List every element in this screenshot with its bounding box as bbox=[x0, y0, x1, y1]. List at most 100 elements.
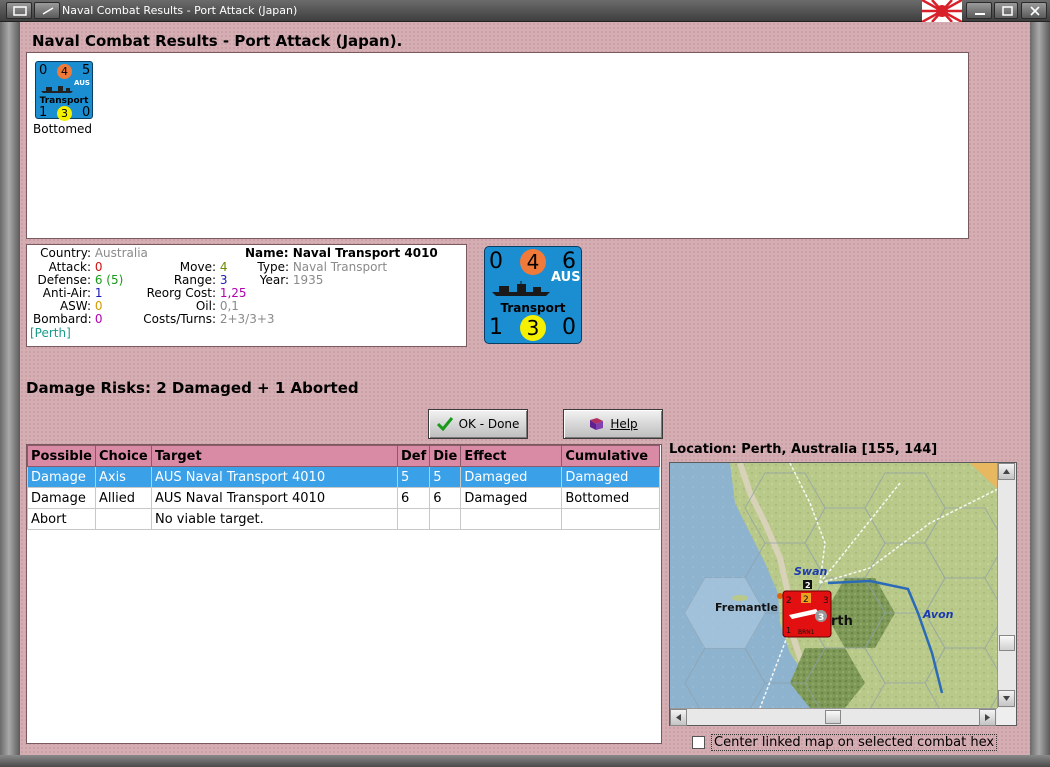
unit-location: [Perth] bbox=[30, 326, 71, 340]
map-horizontal-scrollbar[interactable] bbox=[670, 708, 997, 726]
scroll-left-button[interactable] bbox=[670, 709, 687, 726]
cell-possible: Abort bbox=[27, 508, 96, 530]
name-value: Naval Transport 4010 bbox=[292, 246, 438, 260]
attack-value: 0 bbox=[94, 260, 103, 274]
range-value: 3 bbox=[219, 273, 228, 287]
counter-move-value: 1 bbox=[39, 105, 48, 120]
defense-value: 6 (5) bbox=[94, 273, 124, 287]
cell-possible: Damage bbox=[27, 466, 96, 488]
counter-attack-value: 0 bbox=[39, 63, 48, 78]
horizontal-scroll-thumb[interactable] bbox=[825, 710, 841, 724]
transport-ship-icon bbox=[41, 86, 73, 93]
counter-defense-value: 5 bbox=[82, 63, 91, 78]
anti-air-value: 1 bbox=[94, 286, 103, 300]
arrow-left-icon bbox=[676, 714, 681, 721]
map-unit-top-right: 3 bbox=[823, 596, 829, 606]
map-unit-bottom-right: 3 bbox=[818, 613, 824, 623]
reorg-cost-value: 1,25 bbox=[219, 286, 247, 300]
cell-cumulative bbox=[561, 508, 660, 530]
center-map-label[interactable]: Center linked map on selected combat hex bbox=[711, 734, 998, 751]
minimize-icon bbox=[975, 13, 985, 15]
japan-flag-icon bbox=[922, 0, 962, 22]
cell-def: 6 bbox=[396, 487, 431, 509]
maximize-button[interactable] bbox=[994, 2, 1018, 19]
close-icon bbox=[1030, 6, 1040, 16]
cell-choice: Axis bbox=[94, 466, 152, 488]
map-unit-code: BRN1 bbox=[798, 629, 815, 636]
year-value: 1935 bbox=[292, 273, 324, 287]
bombard-value: 0 bbox=[94, 312, 103, 326]
map-view[interactable]: Swan Fremantle rth Avon 2 2 2 3 3 1 BRN1 bbox=[670, 463, 1017, 719]
map-unit-counter[interactable]: 2 2 3 3 1 BRN1 bbox=[782, 590, 832, 638]
cell-die: 6 bbox=[429, 487, 462, 509]
port-marker bbox=[777, 593, 783, 599]
frame-bottom bbox=[0, 755, 1050, 767]
checkmark-icon bbox=[436, 417, 453, 431]
map-location-label: Location: Perth, Australia [155, 144] bbox=[669, 442, 938, 457]
ok-done-button[interactable]: OK - Done bbox=[428, 409, 528, 439]
cell-effect: Damaged bbox=[460, 487, 563, 509]
counter-nationality: AUS bbox=[74, 79, 90, 87]
close-button[interactable] bbox=[1021, 2, 1047, 19]
table-row[interactable]: Abort No viable target. bbox=[27, 508, 660, 530]
stack-count: 2 bbox=[805, 581, 811, 590]
col-target[interactable]: Target bbox=[150, 445, 398, 467]
menu-icon bbox=[13, 6, 27, 16]
col-possible[interactable]: Possible bbox=[27, 445, 96, 467]
center-map-option[interactable]: Center linked map on selected combat hex bbox=[692, 734, 998, 751]
scroll-down-button[interactable] bbox=[998, 690, 1015, 707]
country-value: Australia bbox=[94, 246, 148, 260]
linked-map[interactable]: Swan Fremantle rth Avon 2 2 2 3 3 1 BRN1 bbox=[669, 462, 1017, 726]
map-vertical-scrollbar[interactable] bbox=[997, 463, 1016, 708]
country-label: Country: bbox=[40, 246, 91, 260]
col-cumulative[interactable]: Cumulative bbox=[561, 445, 660, 467]
resize-icon bbox=[42, 7, 54, 15]
big-transport-ship-icon bbox=[492, 281, 550, 296]
cell-die bbox=[429, 508, 462, 530]
arrow-up-icon bbox=[1003, 469, 1010, 474]
dialog-heading: Naval Combat Results - Port Attack (Japa… bbox=[32, 32, 403, 50]
combat-units-panel: 0 4 5 AUS Transport 1 3 0 Bottomed bbox=[26, 52, 969, 239]
col-def[interactable]: Def bbox=[396, 445, 431, 467]
cell-effect bbox=[460, 508, 563, 530]
frame-left bbox=[0, 22, 20, 755]
big-counter-attack-circle: 4 bbox=[520, 249, 546, 275]
help-label: Help bbox=[610, 417, 638, 431]
minimize-button[interactable] bbox=[966, 2, 992, 19]
cell-choice: Allied bbox=[94, 487, 152, 509]
col-choice[interactable]: Choice bbox=[94, 445, 152, 467]
cell-choice bbox=[94, 508, 152, 530]
cell-possible: Damage bbox=[27, 487, 96, 509]
vertical-scroll-thumb[interactable] bbox=[999, 635, 1015, 651]
center-map-checkbox[interactable] bbox=[692, 736, 705, 749]
table-row[interactable]: Damage Axis AUS Naval Transport 4010 5 5… bbox=[27, 466, 660, 488]
year-label: Year: bbox=[259, 273, 289, 287]
scroll-up-button[interactable] bbox=[998, 463, 1015, 480]
cell-target: AUS Naval Transport 4010 bbox=[150, 487, 398, 509]
name-label: Name: bbox=[245, 246, 289, 260]
bombard-label: Bombard: bbox=[33, 312, 92, 326]
asw-value: 0 bbox=[94, 299, 103, 313]
window-title: Naval Combat Results - Port Attack (Japa… bbox=[62, 4, 298, 17]
costs-turns-label: Costs/Turns: bbox=[143, 312, 216, 326]
system-menu-button[interactable] bbox=[6, 2, 32, 19]
scroll-right-button[interactable] bbox=[979, 709, 996, 726]
arrow-down-icon bbox=[1003, 696, 1010, 701]
dialog-content: Naval Combat Results - Port Attack (Japa… bbox=[20, 22, 1030, 755]
col-effect[interactable]: Effect bbox=[460, 445, 563, 467]
window-size-button[interactable] bbox=[34, 2, 60, 19]
big-counter-attack-value: 0 bbox=[489, 249, 503, 274]
table-row[interactable]: Damage Allied AUS Naval Transport 4010 6… bbox=[27, 487, 660, 509]
col-die[interactable]: Die bbox=[429, 445, 462, 467]
map-unit-top-mid: 2 bbox=[803, 595, 809, 605]
cell-effect: Damaged bbox=[460, 466, 563, 488]
help-button[interactable]: Help bbox=[563, 409, 663, 439]
unit-status-label: Bottomed bbox=[33, 122, 93, 136]
big-counter-move-value: 1 bbox=[489, 315, 503, 340]
frame-right bbox=[1030, 22, 1050, 755]
unit-info-panel: Country: Australia Attack: 0 Defense: 6 … bbox=[26, 244, 467, 347]
unit-counter[interactable]: 0 4 5 AUS Transport 1 3 0 bbox=[35, 61, 93, 121]
ok-done-label: OK - Done bbox=[458, 417, 520, 431]
big-counter-nationality: AUS bbox=[551, 270, 581, 285]
counter-move-circle: 3 bbox=[57, 106, 72, 121]
